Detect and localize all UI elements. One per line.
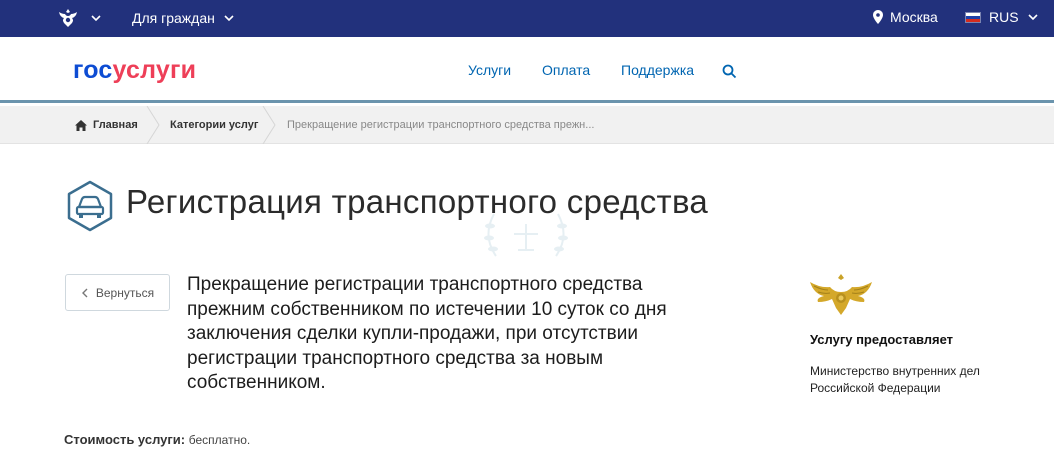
- breadcrumb-current: Прекращение регистрации транспортного ср…: [287, 119, 595, 131]
- main-header: госуслуги Услуги Оплата Поддержка: [0, 37, 1054, 103]
- audience-selector[interactable]: Для граждан: [132, 10, 235, 26]
- page-title: Регистрация транспортного средства: [126, 183, 709, 220]
- nav-services[interactable]: Услуги: [468, 62, 511, 78]
- chevron-down-icon[interactable]: [90, 12, 102, 24]
- logo-part-1: гос: [73, 56, 113, 84]
- search-icon[interactable]: [722, 64, 737, 79]
- breadcrumb: Главная Категории услуг Прекращение реги…: [0, 106, 1054, 144]
- breadcrumb-home[interactable]: Главная: [75, 119, 138, 131]
- car-icon: [67, 180, 113, 232]
- provider-label: Услугу предоставляет: [810, 332, 954, 347]
- logo-part-2: услуги: [112, 56, 197, 84]
- nav-support[interactable]: Поддержка: [621, 62, 694, 78]
- mvd-eagle-emblem-icon: [810, 274, 872, 315]
- back-button[interactable]: Вернуться: [65, 274, 170, 311]
- service-cost: Стоимость услуги: бесплатно.: [64, 432, 250, 447]
- breadcrumb-separator: [146, 106, 160, 144]
- chevron-down-icon: [1027, 14, 1038, 21]
- cost-value: бесплатно.: [188, 433, 251, 447]
- gosuslugi-logo[interactable]: госуслуги: [73, 56, 196, 85]
- location-pin-icon: [873, 10, 883, 24]
- audience-label: Для граждан: [132, 10, 215, 26]
- language-selector[interactable]: RUS: [965, 9, 1039, 25]
- breadcrumb-separator: [262, 106, 276, 144]
- cost-label: Стоимость услуги:: [64, 432, 186, 447]
- city-label: Москва: [890, 9, 938, 25]
- breadcrumb-categories[interactable]: Категории услуг: [170, 119, 258, 131]
- back-button-label: Вернуться: [95, 285, 155, 300]
- top-bar: Для граждан Москва RUS: [0, 0, 1054, 37]
- language-label: RUS: [989, 9, 1019, 25]
- coat-of-arms-icon[interactable]: [56, 6, 80, 30]
- chevron-down-icon: [224, 15, 234, 22]
- chevron-left-icon: [81, 288, 88, 297]
- service-description: Прекращение регистрации транспортного ср…: [187, 274, 667, 393]
- home-icon: [75, 119, 87, 131]
- nav-payment[interactable]: Оплата: [542, 62, 590, 78]
- breadcrumb-home-label: Главная: [93, 119, 138, 131]
- location-selector[interactable]: Москва: [873, 9, 938, 25]
- russian-flag-icon: [965, 11, 981, 23]
- provider-name[interactable]: Министерство внутренних дел Российской Ф…: [810, 363, 1010, 397]
